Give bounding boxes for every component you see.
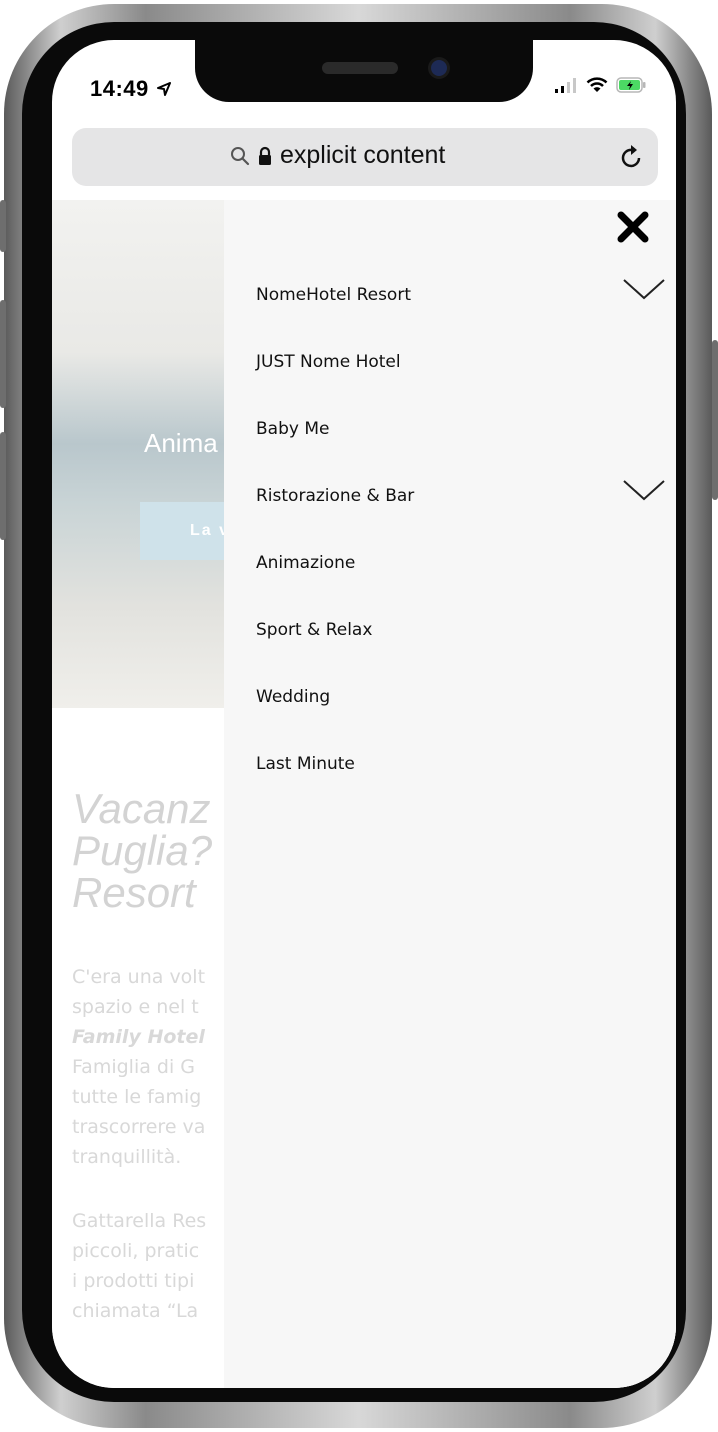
menu-item-label: NomeHotel Resort bbox=[256, 285, 411, 305]
menu-item-last-minute[interactable]: Last Minute bbox=[256, 745, 666, 812]
volume-up-button bbox=[0, 300, 6, 408]
navigation-menu-panel: NomeHotel Resort JUST Nome Hotel Baby Me… bbox=[224, 200, 676, 1388]
address-bar-content: explicit content bbox=[230, 141, 445, 170]
menu-item-sport-relax[interactable]: Sport & Relax bbox=[256, 611, 666, 678]
front-camera bbox=[431, 60, 447, 76]
heading-line: Resort bbox=[72, 869, 196, 916]
chevron-down-icon[interactable] bbox=[622, 276, 666, 302]
chevron-down-icon[interactable] bbox=[622, 477, 666, 503]
power-button bbox=[712, 340, 718, 500]
menu-item-label: Animazione bbox=[256, 553, 356, 573]
search-icon bbox=[231, 146, 250, 165]
menu-item-just-nome-hotel[interactable]: JUST Nome Hotel bbox=[256, 343, 666, 410]
location-arrow-icon bbox=[157, 82, 172, 96]
address-text: explicit content bbox=[280, 141, 446, 169]
website-content: Anima La v Vacanz Puglia? Resort C'era u… bbox=[52, 200, 676, 1388]
status-time-text: 14:49 bbox=[90, 76, 149, 101]
status-bar-icons bbox=[554, 76, 646, 93]
body-line: chiamata “La bbox=[72, 1300, 199, 1322]
address-bar[interactable]: explicit content bbox=[72, 128, 658, 186]
body-line: spazio e nel t bbox=[72, 996, 199, 1018]
body-line: tranquillità. bbox=[72, 1146, 182, 1168]
mute-switch bbox=[0, 200, 6, 252]
body-line: Gattarella Res bbox=[72, 1210, 207, 1232]
menu-item-label: Ristorazione & Bar bbox=[256, 486, 415, 506]
menu-item-wedding[interactable]: Wedding bbox=[256, 678, 666, 745]
battery-icon bbox=[616, 76, 646, 93]
menu-list: NomeHotel Resort JUST Nome Hotel Baby Me… bbox=[256, 276, 666, 812]
body-line: Famiglia di G bbox=[72, 1056, 196, 1078]
menu-item-label: Last Minute bbox=[256, 754, 355, 774]
menu-item-label: Baby Me bbox=[256, 419, 330, 439]
reload-icon bbox=[621, 145, 641, 168]
menu-item-label: Sport & Relax bbox=[256, 620, 373, 640]
hero-caption: Anima bbox=[144, 428, 218, 458]
menu-item-animazione[interactable]: Animazione bbox=[256, 544, 666, 611]
speaker-grille bbox=[322, 62, 398, 74]
body-line: tutte le famig bbox=[72, 1086, 202, 1108]
volume-down-button bbox=[0, 432, 6, 540]
status-bar-time: 14:49 bbox=[90, 76, 172, 102]
menu-item-label: Wedding bbox=[256, 687, 331, 707]
signal-icon bbox=[555, 77, 576, 93]
close-icon bbox=[617, 211, 649, 243]
phone-screen: 14:49 explicit content Anima La v Vacanz… bbox=[52, 40, 676, 1388]
close-menu-button[interactable] bbox=[616, 210, 650, 249]
menu-item-baby-me[interactable]: Baby Me bbox=[256, 410, 666, 477]
reload-button[interactable] bbox=[620, 141, 644, 174]
body-line: trascorrere va bbox=[72, 1116, 206, 1138]
wifi-icon bbox=[586, 77, 608, 92]
body-line: i prodotti tipi bbox=[72, 1270, 195, 1292]
body-line: Family Hotel bbox=[72, 1026, 205, 1048]
notch bbox=[195, 40, 533, 102]
lock-icon bbox=[259, 146, 271, 165]
body-line: C'era una volt bbox=[72, 966, 206, 988]
body-line: piccoli, pratic bbox=[72, 1240, 200, 1262]
menu-item-nomehotel-resort[interactable]: NomeHotel Resort bbox=[256, 276, 666, 343]
heading-line: Puglia? bbox=[72, 827, 213, 874]
menu-item-label: JUST Nome Hotel bbox=[256, 352, 401, 372]
heading-line: Vacanz bbox=[72, 785, 211, 832]
menu-item-ristorazione-bar[interactable]: Ristorazione & Bar bbox=[256, 477, 666, 544]
